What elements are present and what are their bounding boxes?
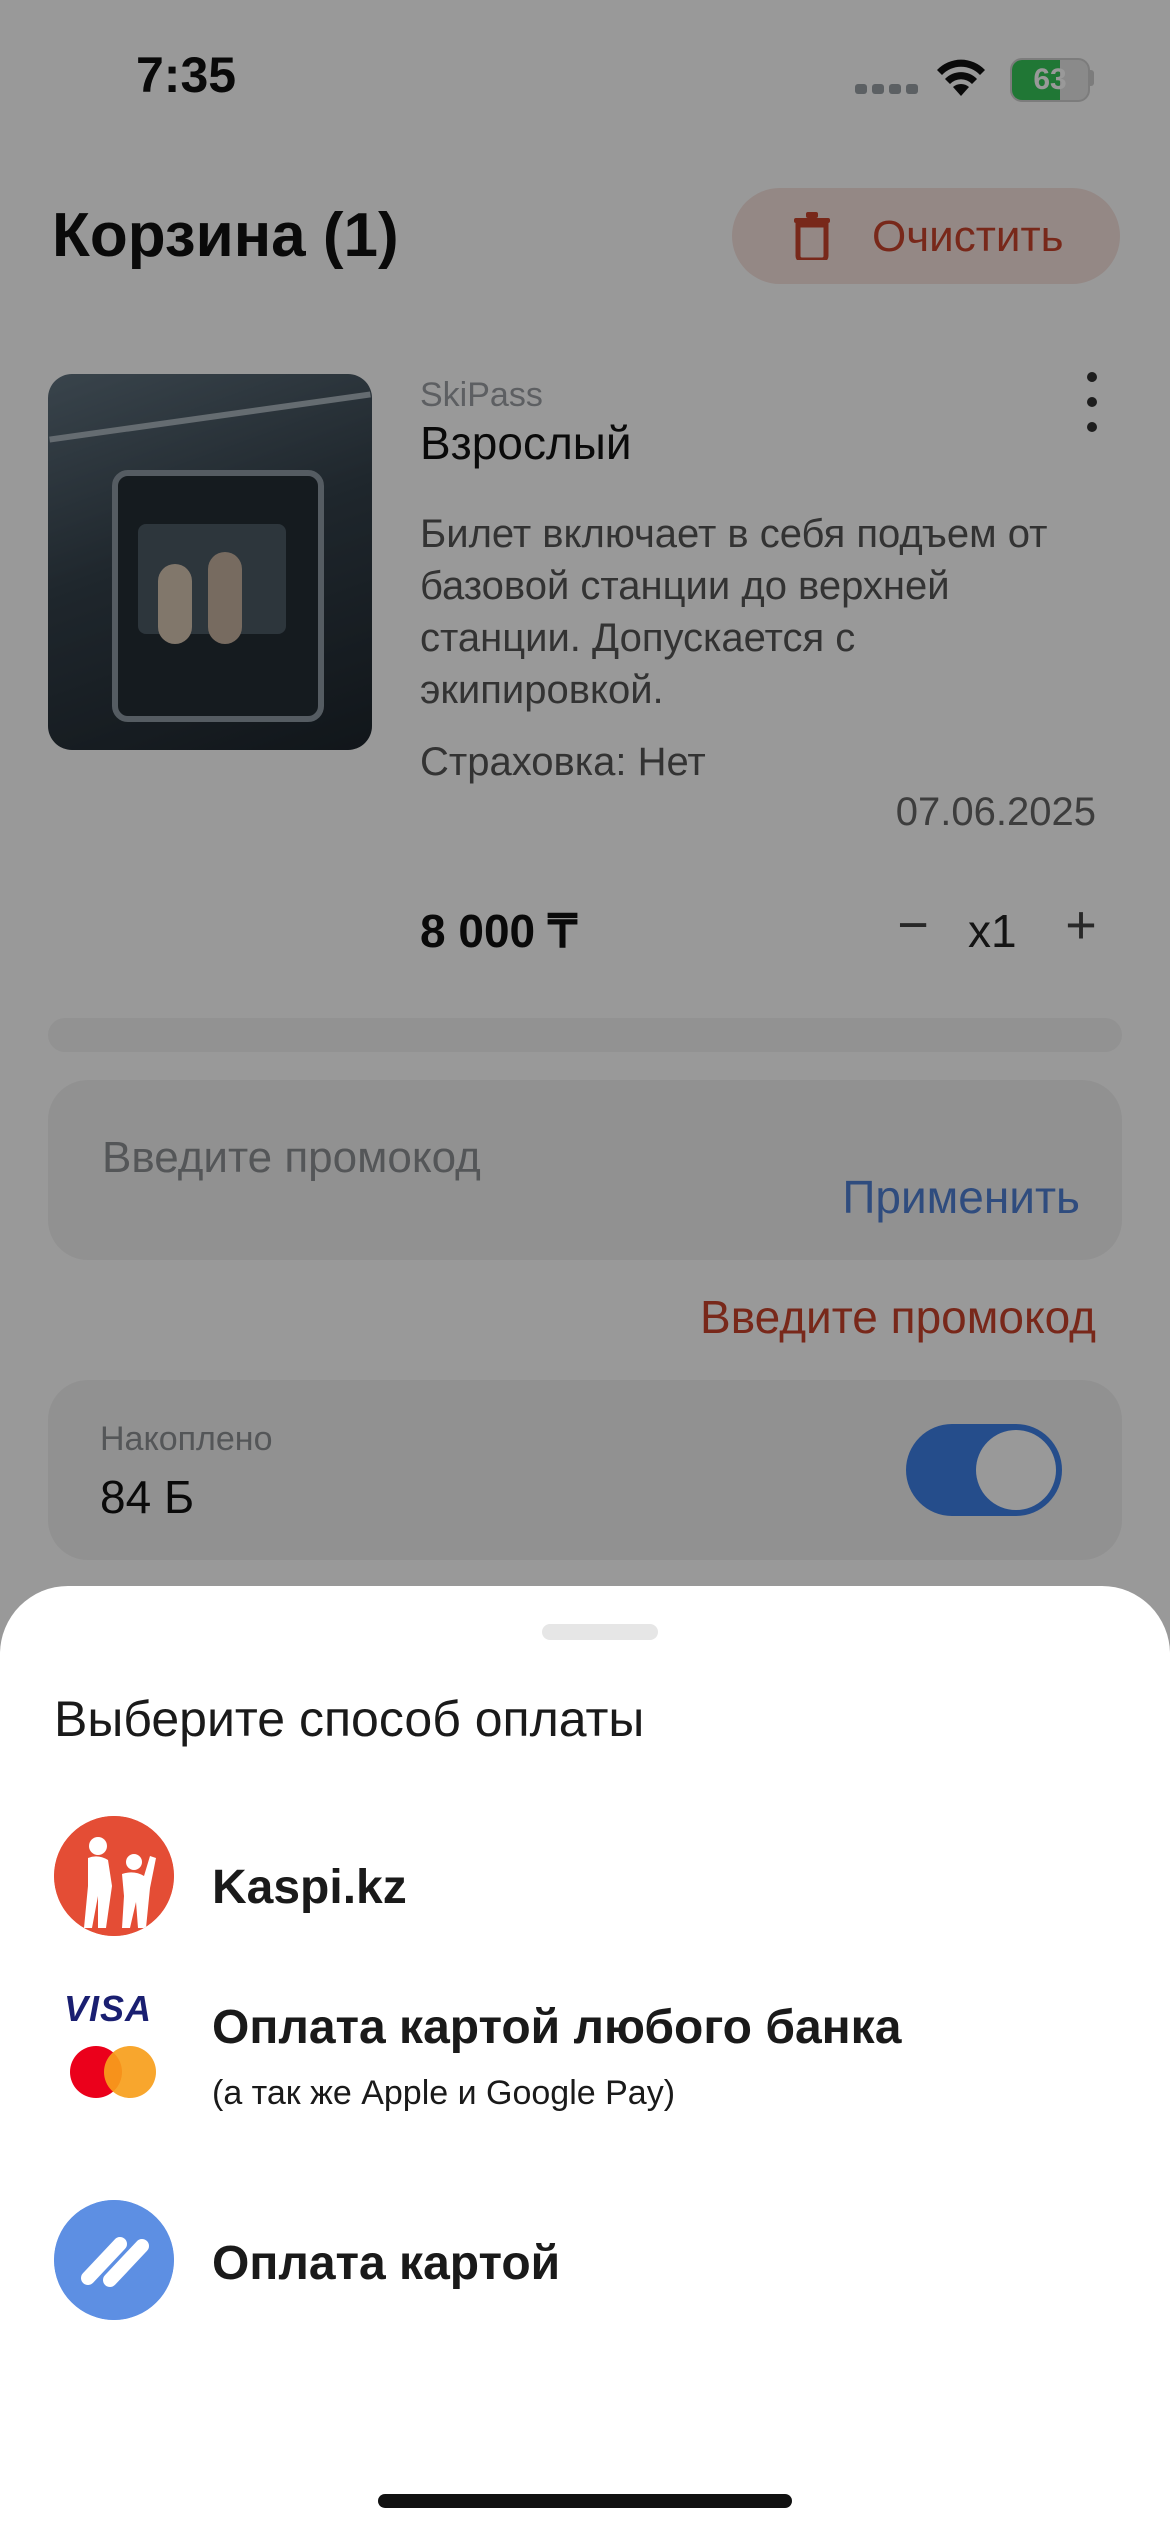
sheet-grabber[interactable] — [542, 1624, 658, 1640]
visa-logo-text: VISA — [64, 1988, 153, 2029]
payment-option-name: Оплата картой любого банка — [212, 2001, 902, 2054]
card-stripes-icon — [54, 2200, 174, 2320]
payment-option-name: Оплата картой — [212, 2237, 561, 2290]
payment-method-sheet: Выберите способ оплаты Kaspi.kz VISA Опл… — [0, 1586, 1170, 2532]
visa-mastercard-icon: VISA — [54, 1984, 174, 2104]
payment-option-subtitle: (а так же Apple и Google Pay) — [212, 2074, 676, 2112]
home-indicator[interactable] — [378, 2494, 792, 2508]
sheet-title: Выберите способ оплаты — [54, 1691, 645, 1747]
payment-option-any-bank-card[interactable]: VISA Оплата картой любого банка (а так ж… — [0, 1984, 1170, 2144]
payment-option-kaspi[interactable]: Kaspi.kz — [0, 1816, 1170, 1956]
payment-option-card[interactable]: Оплата картой — [0, 2200, 1170, 2340]
kaspi-logo-icon — [54, 1816, 174, 1936]
payment-option-name: Kaspi.kz — [212, 1861, 407, 1914]
